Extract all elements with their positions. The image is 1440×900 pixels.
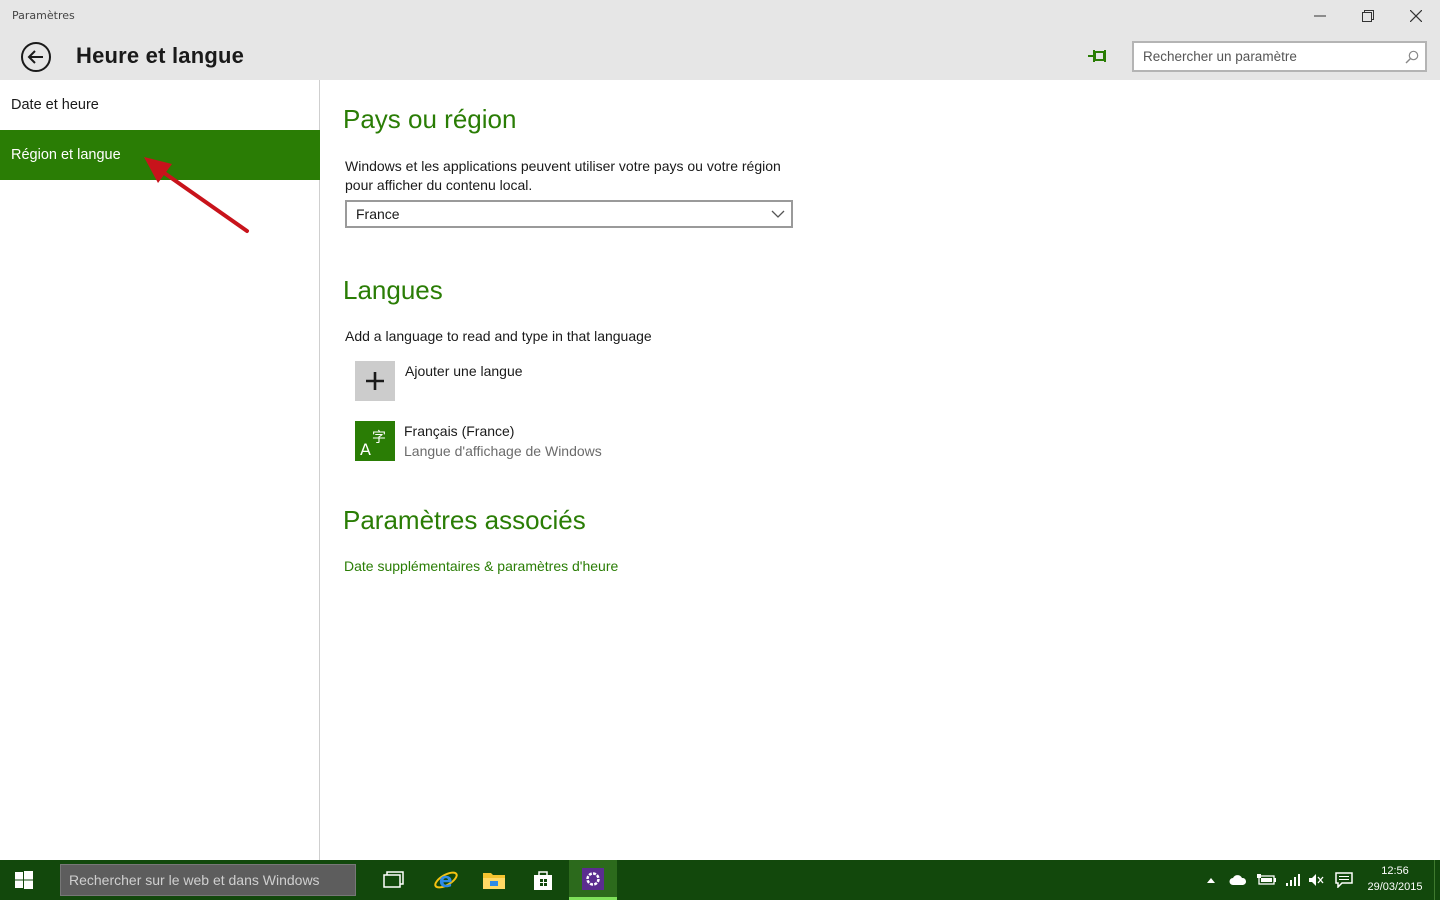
- region-section-title: Pays ou région: [343, 104, 517, 134]
- battery-icon: [1257, 874, 1276, 885]
- languages-section-title: Langues: [343, 275, 443, 305]
- clock-time: 12:56: [1381, 865, 1409, 877]
- minimize-icon: [1314, 15, 1326, 17]
- sidebar-item-date-time[interactable]: Date et heure: [0, 80, 320, 130]
- region-description-line1: Windows et les applications peuvent util…: [345, 158, 781, 174]
- back-arrow-icon: [21, 42, 51, 72]
- country-dropdown-value: France: [356, 206, 400, 222]
- language-subtitle: Langue d'affichage de Windows: [404, 443, 602, 459]
- sidebar: Date et heure Région et langue: [0, 80, 320, 860]
- show-desktop-button[interactable]: [1434, 860, 1440, 900]
- volume-muted-icon: [1309, 874, 1324, 886]
- search-icon[interactable]: [1405, 50, 1419, 64]
- plus-icon: [366, 372, 384, 390]
- region-description: Windows et les applications peuvent util…: [345, 157, 781, 195]
- pin-icon: [1088, 50, 1106, 62]
- store-button[interactable]: [519, 860, 567, 900]
- task-view-button[interactable]: [370, 860, 418, 900]
- main-content: Pays ou région Windows et les applicatio…: [321, 80, 1440, 860]
- country-dropdown[interactable]: France: [345, 200, 793, 228]
- restore-icon: [1362, 10, 1374, 22]
- add-language-label: Ajouter une langue: [405, 363, 523, 379]
- pin-button[interactable]: [1086, 45, 1110, 67]
- taskbar-clock[interactable]: 12:56 29/03/2015: [1362, 863, 1428, 895]
- svg-text:e: e: [439, 868, 453, 892]
- back-button[interactable]: [20, 41, 52, 73]
- internet-explorer-icon: e: [434, 868, 458, 892]
- header: Heure et langue: [0, 32, 1440, 80]
- show-hidden-icons-button[interactable]: [1201, 870, 1221, 890]
- svg-text:A: A: [360, 440, 371, 459]
- language-name: Français (France): [404, 423, 515, 439]
- cloud-icon: [1229, 875, 1247, 885]
- page-title: Heure et langue: [76, 43, 245, 68]
- svg-text:字: 字: [372, 430, 386, 446]
- settings-search-box[interactable]: [1132, 41, 1427, 72]
- store-icon: [534, 871, 552, 890]
- network-button[interactable]: [1283, 870, 1303, 890]
- taskbar: e: [0, 860, 1440, 900]
- action-center-button[interactable]: [1334, 870, 1354, 890]
- close-button[interactable]: [1392, 0, 1440, 32]
- add-language-tile: [355, 361, 395, 401]
- chevron-up-icon: [1207, 878, 1215, 883]
- minimize-button[interactable]: [1296, 0, 1344, 32]
- related-settings-title: Paramètres associés: [343, 505, 586, 535]
- settings-app-button[interactable]: [569, 860, 617, 900]
- task-view-icon: [383, 871, 404, 888]
- taskbar-search-box[interactable]: [60, 864, 356, 896]
- file-explorer-button[interactable]: [470, 860, 518, 900]
- language-tile: A 字: [355, 421, 395, 461]
- battery-button[interactable]: [1257, 870, 1277, 890]
- internet-explorer-button[interactable]: e: [422, 860, 470, 900]
- notification-icon: [1335, 872, 1353, 888]
- settings-search-input[interactable]: [1134, 43, 1394, 70]
- close-icon: [1410, 10, 1422, 22]
- file-explorer-icon: [483, 873, 505, 889]
- region-description-line2: pour afficher du contenu local.: [345, 177, 533, 193]
- restore-button[interactable]: [1344, 0, 1392, 32]
- start-button[interactable]: [0, 860, 48, 900]
- languages-description: Add a language to read and type in that …: [345, 328, 652, 344]
- add-language-button[interactable]: Ajouter une langue: [355, 361, 655, 401]
- chevron-down-icon: [771, 210, 785, 218]
- sidebar-item-region-language[interactable]: Région et langue: [0, 130, 320, 180]
- title-bar: Paramètres: [0, 0, 1440, 32]
- taskbar-search-input[interactable]: [61, 865, 355, 895]
- volume-button[interactable]: [1306, 870, 1326, 890]
- signal-icon: [1286, 874, 1300, 886]
- onedrive-button[interactable]: [1228, 870, 1248, 890]
- clock-date: 29/03/2015: [1367, 881, 1423, 893]
- language-item-french[interactable]: A 字 Français (France) Langue d'affichage…: [355, 421, 675, 463]
- windows-logo-icon: [15, 871, 33, 889]
- additional-date-time-link[interactable]: Date supplémentaires & paramètres d'heur…: [344, 558, 618, 574]
- settings-icon: [582, 867, 604, 890]
- window-title: Paramètres: [12, 9, 75, 22]
- language-glyph-icon: A 字: [360, 430, 386, 459]
